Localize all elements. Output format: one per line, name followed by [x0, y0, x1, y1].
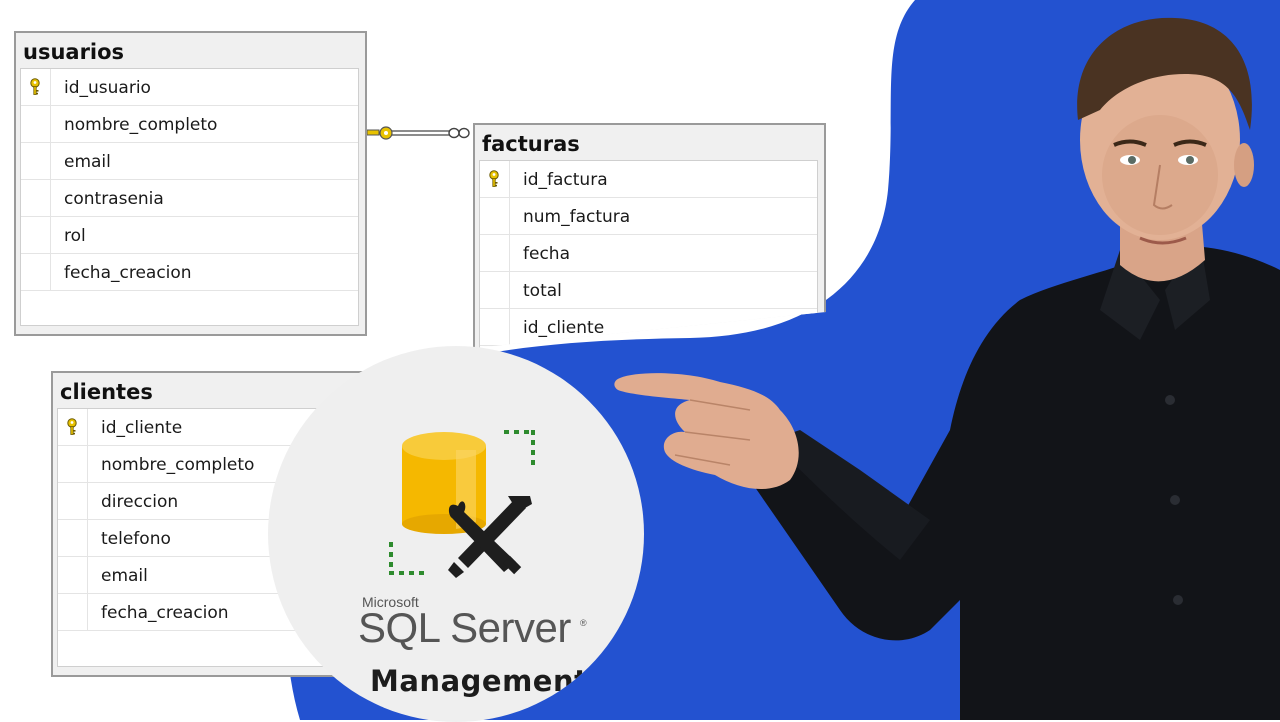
database-icon: [402, 432, 486, 534]
management-subtitle: Management: [370, 664, 589, 698]
row-selector: [21, 106, 51, 142]
row-selector: [21, 143, 51, 179]
row-selector: [480, 161, 510, 197]
row-selector: [480, 198, 510, 234]
presenter-photo: [614, 17, 1280, 720]
row-selector: [58, 557, 88, 593]
column-name: fecha_creacion: [101, 603, 229, 623]
row-selector: [21, 180, 51, 216]
table-title: usuarios: [23, 40, 125, 64]
column-name: id_factura: [523, 170, 608, 190]
row-selector: [21, 69, 51, 105]
column-name: direccion: [101, 492, 179, 512]
tools-icon: [448, 496, 532, 578]
column-name: total: [523, 281, 562, 301]
primary-key-icon: [30, 78, 40, 95]
row-selector: [480, 235, 510, 271]
relationship-connector: [390, 130, 450, 136]
column-name: contrasenia: [64, 189, 164, 209]
relationship-infinity-end-icon: [448, 127, 470, 139]
table-row[interactable]: rol: [21, 217, 358, 254]
row-selector: [58, 409, 88, 445]
table-columns: id_usuario nombre_completo email contras…: [20, 68, 359, 326]
sql-server-wordmark: SQL Server: [358, 604, 571, 651]
column-name: nombre_completo: [64, 115, 218, 135]
ssms-logo-badge: Microsoft SQL Server ® Management: [268, 346, 644, 722]
column-name: telefono: [101, 529, 171, 549]
row-selector: [58, 483, 88, 519]
primary-key-icon: [67, 418, 77, 435]
row-selector: [480, 272, 510, 308]
relationship-key-end-icon: [366, 126, 393, 140]
table-usuarios[interactable]: usuarios id_usuario nombre_completo emai…: [14, 31, 367, 336]
row-selector: [58, 520, 88, 556]
row-selector: [480, 309, 510, 345]
column-name: fecha_creacion: [64, 263, 192, 283]
column-name: id_usuario: [64, 78, 151, 98]
column-name: email: [101, 566, 148, 586]
table-row[interactable]: contrasenia: [21, 180, 358, 217]
column-name: email: [64, 152, 111, 172]
table-row[interactable]: nombre_completo: [21, 106, 358, 143]
row-selector: [58, 594, 88, 630]
column-name: nombre_completo: [101, 455, 255, 475]
row-selector: [21, 254, 51, 290]
column-name: rol: [64, 226, 86, 246]
table-row[interactable]: email: [21, 143, 358, 180]
primary-key-icon: [489, 170, 499, 187]
column-name: id_cliente: [101, 418, 183, 438]
row-selector: [58, 446, 88, 482]
table-row[interactable]: id_usuario: [21, 69, 358, 106]
row-selector: [21, 217, 51, 253]
table-row[interactable]: fecha_creacion: [21, 254, 358, 291]
registered-mark: ®: [580, 618, 587, 628]
column-name: fecha: [523, 244, 570, 264]
